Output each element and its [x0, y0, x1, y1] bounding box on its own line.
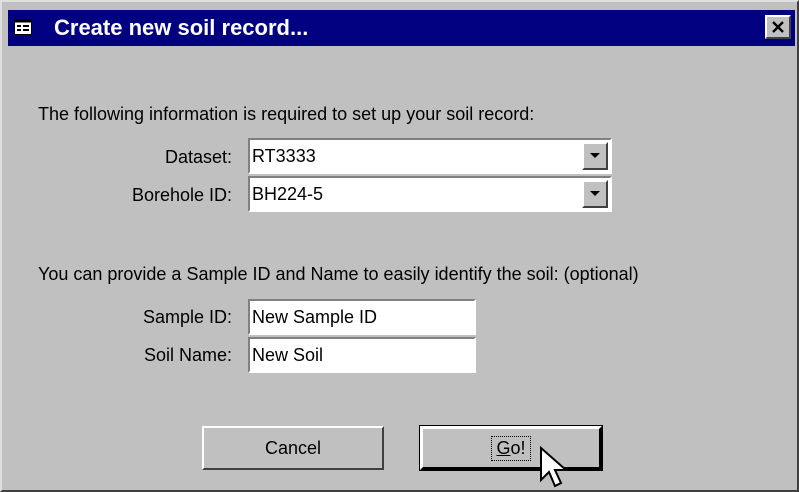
borehole-id-label: Borehole ID:	[131, 185, 232, 205]
borehole-id-combobox[interactable]: BH224-5	[248, 176, 612, 212]
go-button-label: Go!	[491, 435, 531, 461]
form-icon	[14, 19, 32, 35]
sample-id-field[interactable]	[248, 299, 476, 335]
required-intro-text: The following information is required to…	[38, 104, 535, 124]
go-accelerator-key: G	[496, 437, 511, 458]
mouse-pointer-icon	[540, 446, 569, 488]
sample-id-label: Sample ID:	[142, 307, 232, 327]
chevron-down-icon	[590, 191, 600, 196]
cancel-button[interactable]: Cancel	[202, 426, 384, 470]
borehole-id-value: BH224-5	[252, 184, 324, 204]
optional-intro-text: You can provide a Sample ID and Name to …	[38, 264, 639, 284]
dialog-title: Create new soil record...	[54, 15, 309, 40]
dataset-value: RT3333	[252, 146, 316, 166]
borehole-id-dropdown-button[interactable]	[582, 180, 608, 208]
close-icon	[772, 21, 784, 33]
sample-id-input[interactable]	[252, 304, 462, 330]
dataset-label: Dataset:	[164, 147, 232, 167]
go-label-rest: o!	[510, 437, 526, 458]
dataset-combobox[interactable]: RT3333	[248, 138, 612, 174]
dataset-dropdown-button[interactable]	[582, 142, 608, 170]
cancel-button-label: Cancel	[264, 437, 322, 458]
soil-name-input[interactable]	[252, 342, 462, 368]
chevron-down-icon	[590, 153, 600, 158]
soil-name-label: Soil Name:	[143, 345, 232, 365]
soil-name-field[interactable]	[248, 337, 476, 373]
dialog-window: Create new soil record... The following …	[0, 0, 799, 492]
close-button[interactable]	[765, 15, 791, 39]
go-button[interactable]: Go!	[419, 425, 603, 471]
title-bar[interactable]: Create new soil record...	[8, 10, 795, 46]
